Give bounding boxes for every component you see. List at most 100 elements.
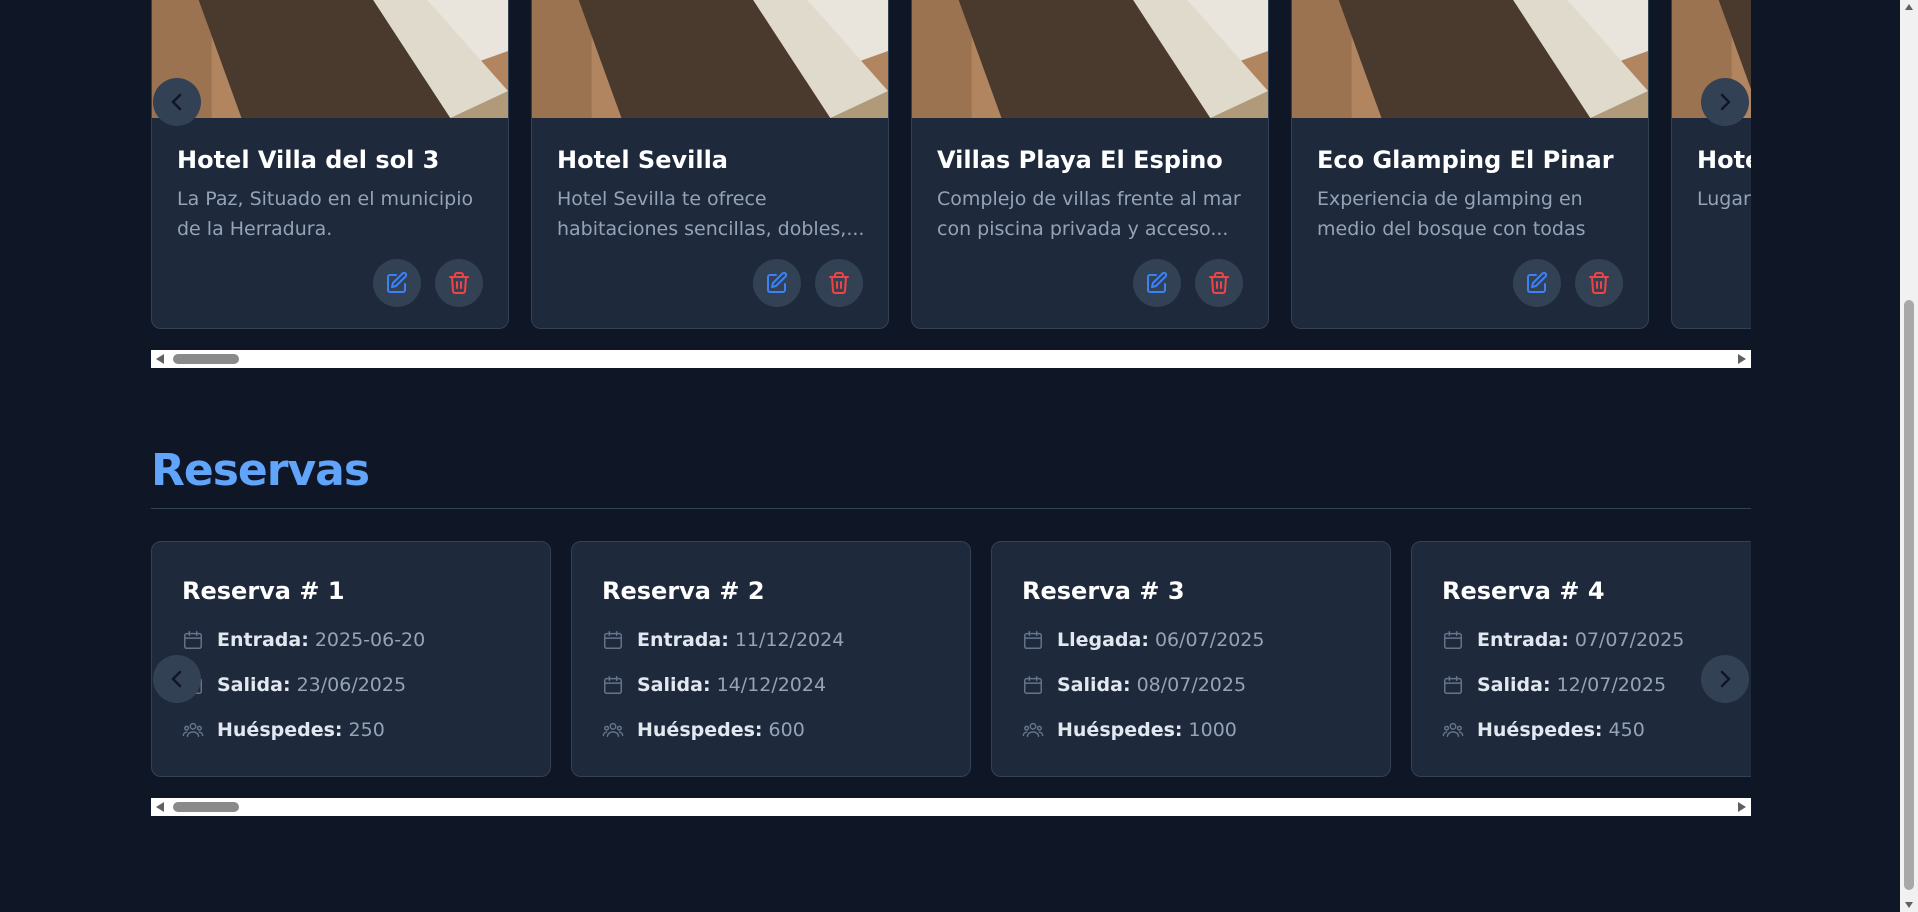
- reserva-label: Huéspedes:: [1057, 719, 1183, 741]
- trash-icon: [1209, 272, 1229, 294]
- chevron-right-icon: [1720, 93, 1731, 111]
- reserva-label: Entrada:: [1477, 629, 1569, 651]
- hotel-actions: [753, 259, 863, 307]
- reserva-entry-row: Llegada: 06/07/2025: [1022, 629, 1264, 651]
- calendar-icon: [1024, 676, 1042, 694]
- hotel-actions: [1513, 259, 1623, 307]
- reservas-prev-button[interactable]: [153, 655, 201, 703]
- hotel-name: Hotel: [1697, 146, 1751, 174]
- delete-hotel-button[interactable]: [1575, 259, 1623, 307]
- reserva-title: Reserva # 3: [1022, 577, 1185, 605]
- reserva-value: 2025-06-20: [314, 629, 426, 651]
- hotel-description: Complejo de villas frente al mar con pis…: [937, 188, 1241, 240]
- hotel-name: Eco Glamping El Pinar: [1317, 146, 1614, 174]
- reserva-entry-row: Entrada: 07/07/2025: [1442, 629, 1684, 651]
- hotel-image: [912, 0, 1268, 118]
- reserva-title: Reserva # 4: [1442, 577, 1605, 605]
- reserva-guests-row: Huéspedes: 1000: [1022, 719, 1237, 741]
- reserva-label: Llegada:: [1057, 629, 1149, 651]
- reserva-value: 23/06/2025: [296, 674, 407, 696]
- reserva-card[interactable]: Reserva # 1 Entrada: 2025-06-20 Salida: …: [151, 541, 551, 777]
- trash-icon: [449, 272, 469, 294]
- trash-icon: [1589, 272, 1609, 294]
- hotel-name: Hotel Sevilla: [557, 146, 728, 174]
- hotel-card[interactable]: Hotel Villa del sol 3 La Paz, Situado en…: [151, 0, 509, 329]
- users-icon: [1022, 722, 1044, 738]
- users-icon: [1442, 722, 1464, 738]
- reserva-value: 11/12/2024: [734, 629, 845, 651]
- reserva-guests-row: Huéspedes: 450: [1442, 719, 1645, 741]
- reserva-card[interactable]: Reserva # 2 Entrada: 11/12/2024 Salida: …: [571, 541, 971, 777]
- reserva-label: Huéspedes:: [217, 719, 343, 741]
- pencil-square-icon: [767, 271, 788, 293]
- scroll-left-arrow-icon[interactable]: [156, 802, 164, 812]
- edit-hotel-button[interactable]: [1513, 259, 1561, 307]
- pencil-square-icon: [1527, 271, 1548, 293]
- hotels-prev-button[interactable]: [153, 78, 201, 126]
- page-vertical-scrollbar[interactable]: [1900, 0, 1918, 912]
- hotel-card[interactable]: Hotel Sevilla Hotel Sevilla te ofrece ha…: [531, 0, 889, 329]
- calendar-icon: [604, 631, 622, 649]
- trash-icon: [829, 272, 849, 294]
- scroll-up-arrow-icon[interactable]: [1905, 4, 1913, 10]
- calendar-icon: [604, 676, 622, 694]
- hotels-horizontal-scrollbar[interactable]: [151, 350, 1751, 368]
- delete-hotel-button[interactable]: [815, 259, 863, 307]
- chevron-left-icon: [171, 670, 182, 688]
- reserva-label: Salida:: [217, 674, 291, 696]
- reserva-value: 14/12/2024: [716, 674, 827, 696]
- hotel-actions: [373, 259, 483, 307]
- scrollbar-thumb[interactable]: [173, 354, 239, 364]
- scrollbar-thumb[interactable]: [1904, 300, 1914, 890]
- reserva-guests-row: Huéspedes: 250: [182, 719, 385, 741]
- reserva-exit-row: Salida: 08/07/2025: [1022, 674, 1246, 696]
- reserva-value: 1000: [1188, 719, 1237, 741]
- scroll-left-arrow-icon[interactable]: [156, 354, 164, 364]
- users-icon: [602, 722, 624, 738]
- reserva-value: 07/07/2025: [1574, 629, 1685, 651]
- hotels-next-button[interactable]: [1701, 78, 1749, 126]
- reserva-card[interactable]: Reserva # 3 Llegada: 06/07/2025 Salida: …: [991, 541, 1391, 777]
- reservas-carousel: Reserva # 1 Entrada: 2025-06-20 Salida: …: [151, 540, 1751, 780]
- hotel-description: Hotel Sevilla te ofrece habitaciones sen…: [557, 188, 865, 240]
- edit-hotel-button[interactable]: [1133, 259, 1181, 307]
- reservas-horizontal-scrollbar[interactable]: [151, 798, 1751, 816]
- section-divider: [151, 508, 1751, 509]
- reserva-label: Salida:: [1057, 674, 1131, 696]
- hotels-carousel: Hotel Villa del sol 3 La Paz, Situado en…: [151, 0, 1751, 330]
- delete-hotel-button[interactable]: [435, 259, 483, 307]
- reserva-card[interactable]: Reserva # 4 Entrada: 07/07/2025 Salida: …: [1411, 541, 1751, 777]
- reservas-next-button[interactable]: [1701, 655, 1749, 703]
- reserva-label: Huéspedes:: [1477, 719, 1603, 741]
- users-icon: [182, 722, 204, 738]
- edit-hotel-button[interactable]: [373, 259, 421, 307]
- hotel-actions: [1133, 259, 1243, 307]
- calendar-icon: [1024, 631, 1042, 649]
- delete-hotel-button[interactable]: [1195, 259, 1243, 307]
- hotel-name: Villas Playa El Espino: [937, 146, 1223, 174]
- reserva-value: 600: [768, 719, 805, 741]
- reserva-exit-row: Salida: 23/06/2025: [182, 674, 406, 696]
- reserva-label: Entrada:: [217, 629, 309, 651]
- calendar-icon: [1444, 676, 1462, 694]
- pencil-square-icon: [1147, 271, 1168, 293]
- scroll-down-arrow-icon[interactable]: [1905, 902, 1913, 908]
- hotel-card[interactable]: Eco Glamping El Pinar Experiencia de gla…: [1291, 0, 1649, 329]
- reserva-exit-row: Salida: 12/07/2025: [1442, 674, 1666, 696]
- hotel-description: La Paz, Situado en el municipio de la He…: [177, 188, 474, 240]
- edit-hotel-button[interactable]: [753, 259, 801, 307]
- hotel-image: [532, 0, 888, 118]
- chevron-right-icon: [1720, 670, 1731, 688]
- hotel-description: Experiencia de glamping en medio del bos…: [1317, 188, 1586, 240]
- scroll-right-arrow-icon[interactable]: [1738, 354, 1746, 364]
- reserva-label: Salida:: [637, 674, 711, 696]
- scroll-right-arrow-icon[interactable]: [1738, 802, 1746, 812]
- hotel-card[interactable]: Hotel Lugar agradable: [1671, 0, 1751, 329]
- calendar-icon: [184, 631, 202, 649]
- hotel-image: [152, 0, 508, 118]
- hotel-card[interactable]: Villas Playa El Espino Complejo de villa…: [911, 0, 1269, 329]
- hotel-name: Hotel Villa del sol 3: [177, 146, 440, 174]
- scrollbar-thumb[interactable]: [173, 802, 239, 812]
- reserva-exit-row: Salida: 14/12/2024: [602, 674, 826, 696]
- reserva-title: Reserva # 1: [182, 577, 345, 605]
